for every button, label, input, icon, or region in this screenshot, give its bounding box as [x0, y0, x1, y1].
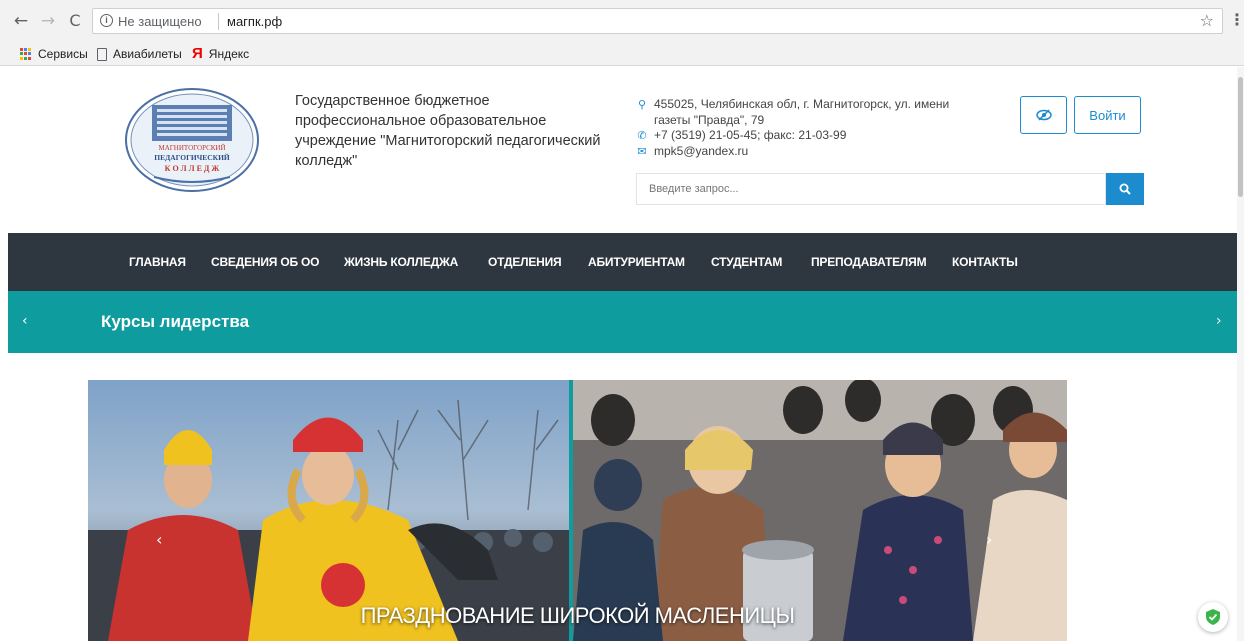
bookmark-yandex[interactable]: Я Яндекс: [192, 45, 250, 62]
back-arrow-icon[interactable]: ←: [12, 11, 30, 31]
slide-photo-right: [573, 380, 1067, 641]
reload-icon[interactable]: C: [66, 11, 84, 31]
email-row: ✉ mpk5@yandex.ru: [636, 144, 966, 160]
website: МАГНИТОГОРСКИЙ ПЕДАГОГИЧЕСКИЙ К О Л Л Е …: [0, 67, 1244, 641]
organization-name: Государственное бюджетное профессиональн…: [295, 93, 601, 169]
menu-item-students[interactable]: СТУДЕНТАМ: [711, 255, 782, 269]
svg-text:МАГНИТОГОРСКИЙ: МАГНИТОГОРСКИЙ: [158, 144, 225, 152]
security-shield-badge[interactable]: [1198, 602, 1228, 632]
eye-slash-icon: [1035, 109, 1052, 121]
url-separator: [218, 13, 219, 30]
phone-icon: ✆: [637, 129, 647, 142]
page-icon: [97, 47, 107, 61]
main-menu: ГЛАВНАЯ СВЕДЕНИЯ ОБ ОО ЖИЗНЬ КОЛЛЕДЖА ОТ…: [8, 233, 1237, 291]
map-marker-icon: ⚲: [637, 98, 647, 111]
menu-item-applicants[interactable]: АБИТУРИЕНТАМ: [588, 255, 685, 269]
menu-item-teachers[interactable]: ПРЕПОДАВАТЕЛЯМ: [811, 255, 927, 269]
slide-caption[interactable]: ПРАЗДНОВАНИЕ ШИРОКОЙ МАСЛЕНИЦЫ: [88, 603, 1067, 629]
low-vision-button[interactable]: [1020, 96, 1067, 134]
svg-text:К О Л Л Е Д Ж: К О Л Л Е Д Ж: [165, 164, 220, 173]
menu-item-departments[interactable]: ОТДЕЛЕНИЯ: [488, 255, 562, 269]
slider-next-chevron-icon[interactable]: ›: [986, 530, 992, 549]
bookmark-label: Авиабилеты: [113, 47, 182, 61]
yandex-icon: Я: [192, 45, 203, 62]
shield-check-icon: [1206, 609, 1220, 625]
ticker-title[interactable]: Курсы лидерства: [101, 312, 249, 332]
forward-arrow-icon[interactable]: →: [39, 11, 57, 31]
address-bar[interactable]: i Не защищено магпк.рф ☆: [92, 8, 1223, 34]
menu-item-home[interactable]: ГЛАВНАЯ: [129, 255, 186, 269]
address-row: ⚲ 455025, Челябинская обл, г. Магнитогор…: [636, 97, 966, 128]
browser-menu-icon[interactable]: ⋮: [1229, 10, 1244, 29]
insecure-label[interactable]: Не защищено: [118, 14, 202, 29]
address-text: 455025, Челябинская обл, г. Магнитогорск…: [654, 97, 950, 127]
image-slider: ‹ › ПРАЗДНОВАНИЕ ШИРОКОЙ МАСЛЕНИЦЫ: [88, 380, 1067, 641]
search-input[interactable]: [636, 173, 1106, 205]
menu-item-college-life[interactable]: ЖИЗНЬ КОЛЛЕДЖА: [344, 255, 458, 269]
menu-item-contacts[interactable]: КОНТАКТЫ: [952, 255, 1018, 269]
ticker-prev-chevron-icon[interactable]: ‹: [22, 313, 28, 329]
bookmark-flights[interactable]: Авиабилеты: [97, 47, 182, 61]
bookmark-apps[interactable]: Сервисы: [20, 47, 88, 61]
page-scrollbar[interactable]: [1237, 67, 1244, 641]
info-icon[interactable]: i: [100, 14, 113, 27]
news-ticker: ‹ Курсы лидерства ›: [8, 291, 1237, 353]
phone-text: +7 (3519) 21-05-45; факс: 21-03-99: [654, 128, 847, 142]
contact-info: ⚲ 455025, Челябинская обл, г. Магнитогор…: [636, 97, 966, 159]
browser-toolbar: ← → C i Не защищено магпк.рф ☆ ⋮: [0, 0, 1244, 44]
apps-icon: [20, 48, 32, 60]
email-link[interactable]: mpk5@yandex.ru: [654, 144, 748, 160]
slide-photo-left: [88, 380, 570, 641]
envelope-icon: ✉: [637, 144, 647, 158]
bookmark-label: Сервисы: [38, 47, 88, 61]
search-icon: [1119, 183, 1131, 195]
url-text[interactable]: магпк.рф: [227, 14, 282, 29]
slider-prev-chevron-icon[interactable]: ‹: [156, 530, 162, 549]
phone-row: ✆ +7 (3519) 21-05-45; факс: 21-03-99: [636, 128, 966, 144]
scrollbar-thumb[interactable]: [1238, 77, 1243, 197]
bookmarks-bar: Сервисы Авиабилеты Я Яндекс: [0, 44, 1244, 66]
search-button[interactable]: [1106, 173, 1144, 205]
svg-text:ПЕДАГОГИЧЕСКИЙ: ПЕДАГОГИЧЕСКИЙ: [154, 153, 230, 162]
login-button[interactable]: Войти: [1074, 96, 1141, 134]
bookmark-label: Яндекс: [208, 47, 250, 61]
college-logo[interactable]: МАГНИТОГОРСКИЙ ПЕДАГОГИЧЕСКИЙ К О Л Л Е …: [124, 87, 260, 193]
ticker-next-chevron-icon[interactable]: ›: [1216, 313, 1222, 329]
bookmark-star-icon[interactable]: ☆: [1200, 11, 1214, 30]
menu-item-about[interactable]: СВЕДЕНИЯ ОБ ОО: [211, 255, 320, 269]
